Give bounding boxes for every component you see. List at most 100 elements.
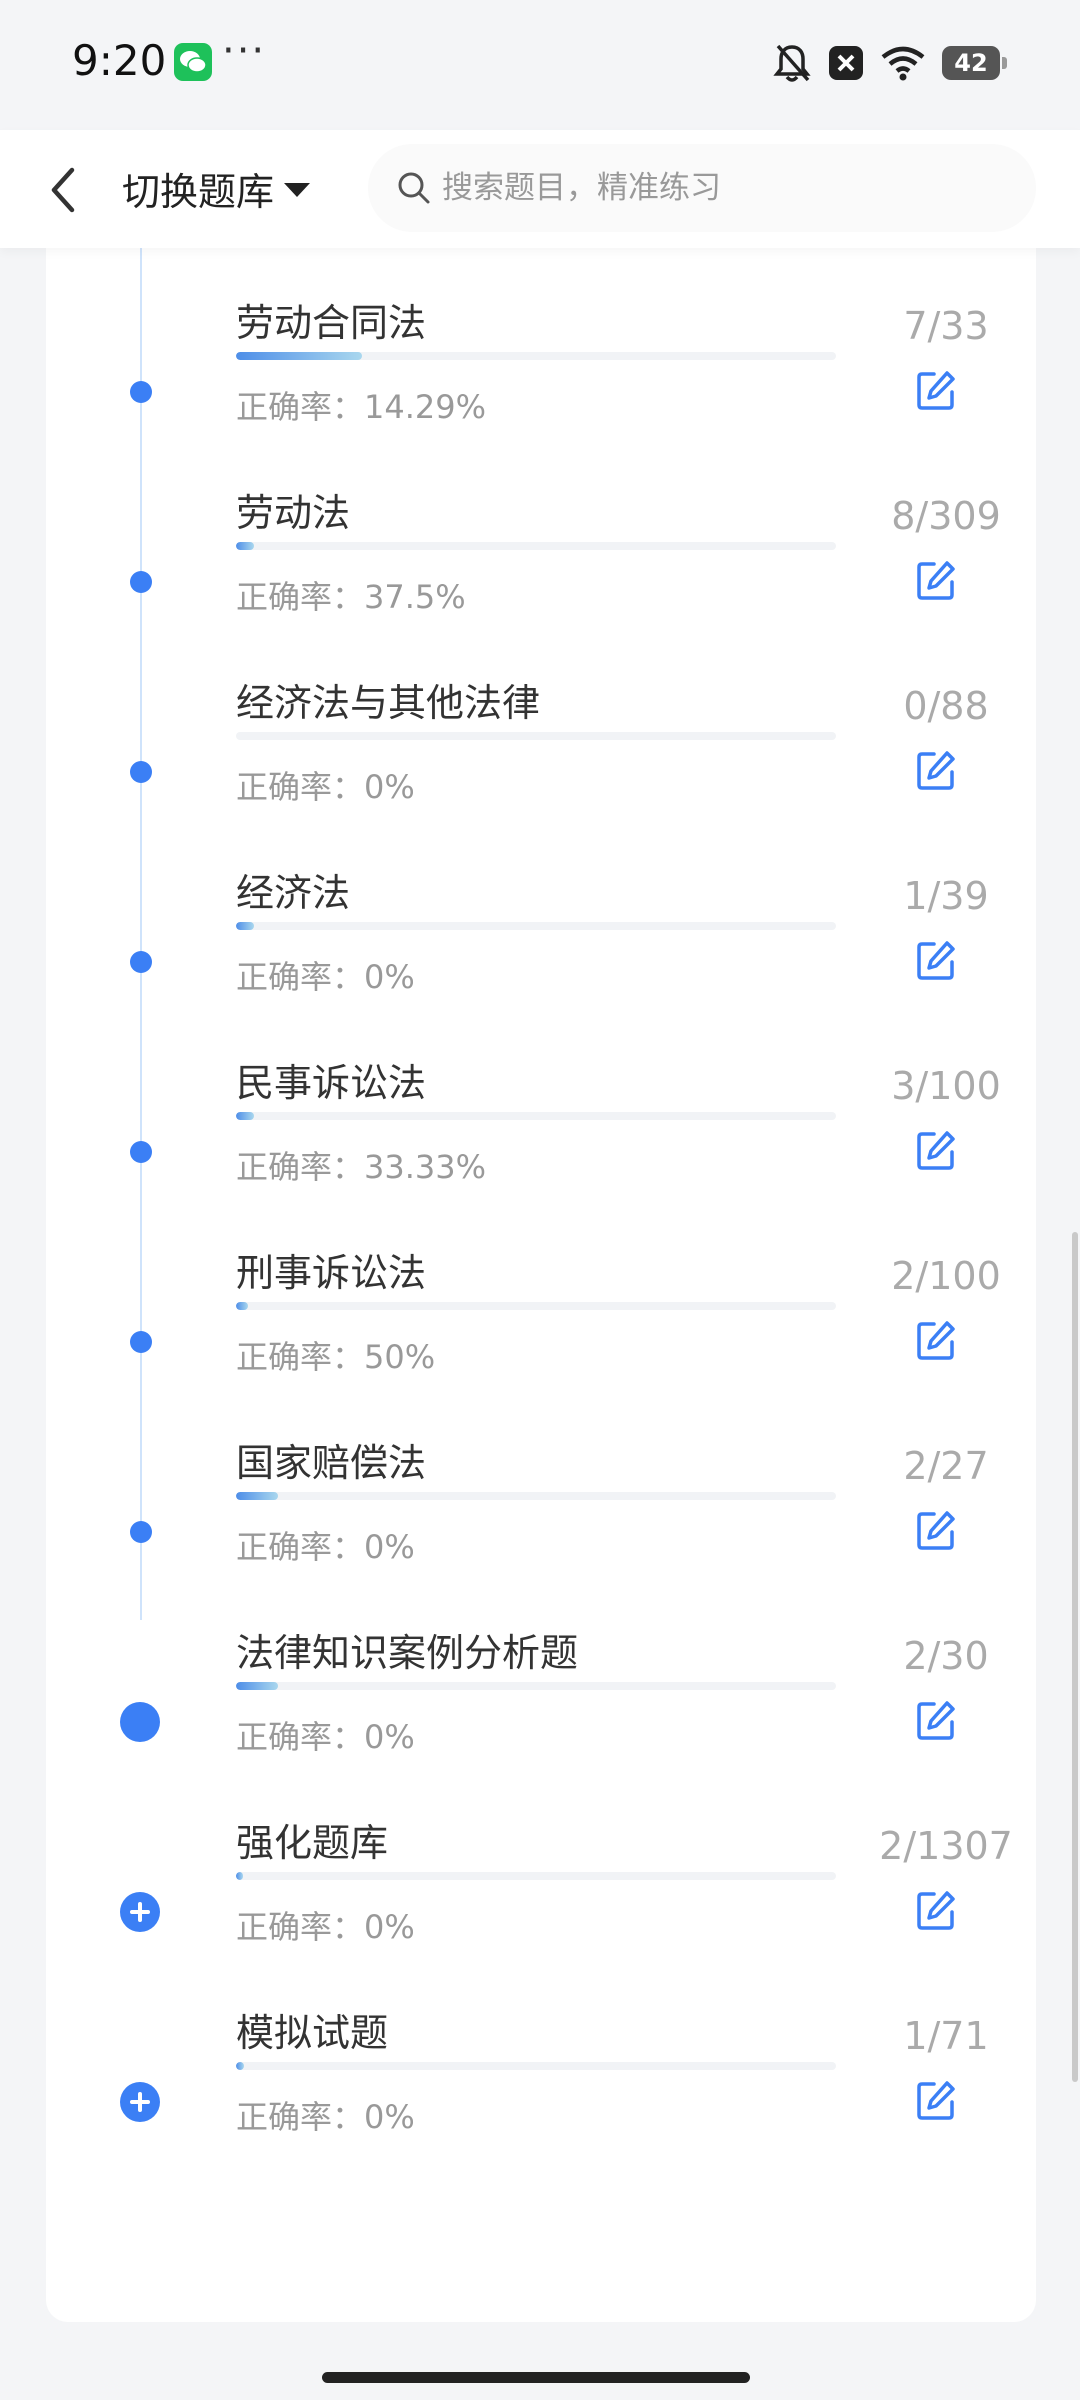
switch-bank-label: 切换题库: [122, 169, 275, 214]
subject-name: 民事诉讼法: [236, 1061, 427, 1105]
accuracy-rate: 正确率：0%: [236, 2098, 415, 2136]
subject-name: 刑事诉讼法: [236, 1251, 427, 1295]
expand-plus-icon[interactable]: [120, 2082, 160, 2122]
question-count: 2/27: [903, 1444, 989, 1488]
accuracy-rate: 正确率：14.29%: [236, 388, 487, 426]
accuracy-rate: 正确率：50%: [236, 1338, 436, 1376]
accuracy-rate: 正确率：33.33%: [236, 1148, 487, 1186]
accuracy-rate: 正确率：0%: [236, 1528, 415, 1566]
subject-item[interactable]: 民事诉讼法正确率：33.33% 3/100: [46, 1042, 1036, 1232]
progress-fill: [236, 1302, 248, 1310]
caret-down-icon: [284, 183, 311, 197]
subject-name: 强化题库: [236, 1821, 389, 1865]
accuracy-rate: 正确率：0%: [236, 1718, 415, 1756]
expand-plus-icon[interactable]: [120, 1892, 160, 1932]
question-count: 3/100: [891, 1064, 1001, 1108]
question-count: 1/39: [903, 874, 989, 918]
status-bar: 9:20 ··· 42: [0, 0, 1080, 130]
subject-item[interactable]: 劳动合同法正确率：14.29% 7/33: [46, 282, 1036, 472]
battery-level: 42: [954, 49, 988, 77]
back-arrow-icon[interactable]: [44, 162, 84, 218]
edit-practice-icon[interactable]: [914, 748, 958, 792]
subject-name: 经济法与其他法律: [236, 681, 541, 725]
subject-name: 劳动法: [236, 491, 351, 535]
question-count: 1/71: [903, 2014, 989, 2058]
progress-fill: [236, 1872, 244, 1880]
progress-bar: [236, 2062, 836, 2070]
edit-practice-icon[interactable]: [914, 1508, 958, 1552]
progress-bar: [236, 1112, 836, 1120]
subject-item[interactable]: 刑事诉讼法正确率：50% 2/100: [46, 1232, 1036, 1422]
search-input[interactable]: [440, 169, 1004, 207]
accuracy-rate: 正确率：0%: [236, 768, 415, 806]
question-count: 2/30: [903, 1634, 989, 1678]
top-nav-bar: 切换题库: [0, 130, 1080, 248]
timeline-node-icon: [120, 1702, 160, 1742]
edit-practice-icon[interactable]: [914, 368, 958, 412]
home-indicator[interactable]: [322, 2372, 750, 2383]
progress-fill: [236, 2062, 245, 2070]
subject-item[interactable]: 国家赔偿法正确率：0% 2/27: [46, 1422, 1036, 1612]
progress-fill: [236, 1112, 254, 1120]
progress-bar: [236, 352, 836, 360]
edit-practice-icon[interactable]: [914, 1888, 958, 1932]
timeline-dot-icon: [130, 381, 152, 403]
timeline-dot-icon: [130, 951, 152, 973]
status-time: 9:20: [72, 36, 167, 85]
accuracy-rate: 正确率：0%: [236, 958, 415, 996]
progress-bar: [236, 1872, 836, 1880]
close-notification-icon: [829, 46, 863, 80]
more-notifications-indicator: ···: [222, 28, 267, 74]
edit-practice-icon[interactable]: [914, 1698, 958, 1742]
edit-practice-icon[interactable]: [914, 1318, 958, 1362]
question-count: 0/88: [903, 684, 989, 728]
question-count: 7/33: [903, 304, 989, 348]
accuracy-rate: 正确率：0%: [236, 1908, 415, 1946]
progress-bar: [236, 542, 836, 550]
subject-list-card: 民法正确率：25%4/99劳动合同法正确率：14.29%7/33劳动法正确率：3…: [46, 160, 1036, 2322]
subject-item[interactable]: 强化题库正确率：0% 2/1307: [46, 1802, 1036, 1992]
search-icon: [398, 172, 430, 204]
progress-fill: [236, 352, 362, 360]
edit-practice-icon[interactable]: [914, 2078, 958, 2122]
progress-bar: [236, 1492, 836, 1500]
subject-name: 经济法: [236, 871, 351, 915]
edit-practice-icon[interactable]: [914, 558, 958, 602]
progress-fill: [236, 922, 254, 930]
subject-item[interactable]: 劳动法正确率：37.5% 8/309: [46, 472, 1036, 662]
wifi-icon: [881, 46, 925, 81]
timeline-dot-icon: [130, 571, 152, 593]
timeline-dot-icon: [130, 1141, 152, 1163]
progress-fill: [236, 1682, 278, 1690]
battery-icon: 42: [942, 46, 1007, 80]
progress-bar: [236, 1682, 836, 1690]
question-count: 2/100: [891, 1254, 1001, 1298]
question-count: 8/309: [891, 494, 1001, 538]
accuracy-rate: 正确率：37.5%: [236, 578, 466, 616]
subject-item[interactable]: 经济法与其他法律正确率：0% 0/88: [46, 662, 1036, 852]
subject-name: 国家赔偿法: [236, 1441, 427, 1485]
edit-practice-icon[interactable]: [914, 938, 958, 982]
timeline-dot-icon: [130, 761, 152, 783]
subject-name: 法律知识案例分析题: [236, 1631, 579, 1675]
edit-practice-icon[interactable]: [914, 1128, 958, 1172]
subject-item[interactable]: 经济法正确率：0% 1/39: [46, 852, 1036, 1042]
subject-name: 劳动合同法: [236, 301, 427, 345]
timeline-dot-icon: [130, 1521, 152, 1543]
scrollbar[interactable]: [1072, 1232, 1078, 2082]
status-icons: 42: [772, 40, 1007, 86]
progress-bar: [236, 922, 836, 930]
progress-bar: [236, 732, 836, 740]
search-bar[interactable]: [368, 144, 1036, 232]
subject-name: 模拟试题: [236, 2011, 389, 2055]
bell-muted-icon: [773, 44, 811, 82]
question-count: 2/1307: [879, 1824, 1013, 1868]
progress-fill: [236, 1492, 278, 1500]
subject-item[interactable]: 法律知识案例分析题正确率：0% 2/30: [46, 1612, 1036, 1802]
progress-fill: [236, 542, 254, 550]
wechat-icon: [174, 43, 212, 81]
switch-question-bank-button[interactable]: 切换题库: [122, 158, 311, 218]
subject-item[interactable]: 模拟试题正确率：0% 1/71: [46, 1992, 1036, 2182]
progress-bar: [236, 1302, 836, 1310]
timeline-dot-icon: [130, 1331, 152, 1353]
